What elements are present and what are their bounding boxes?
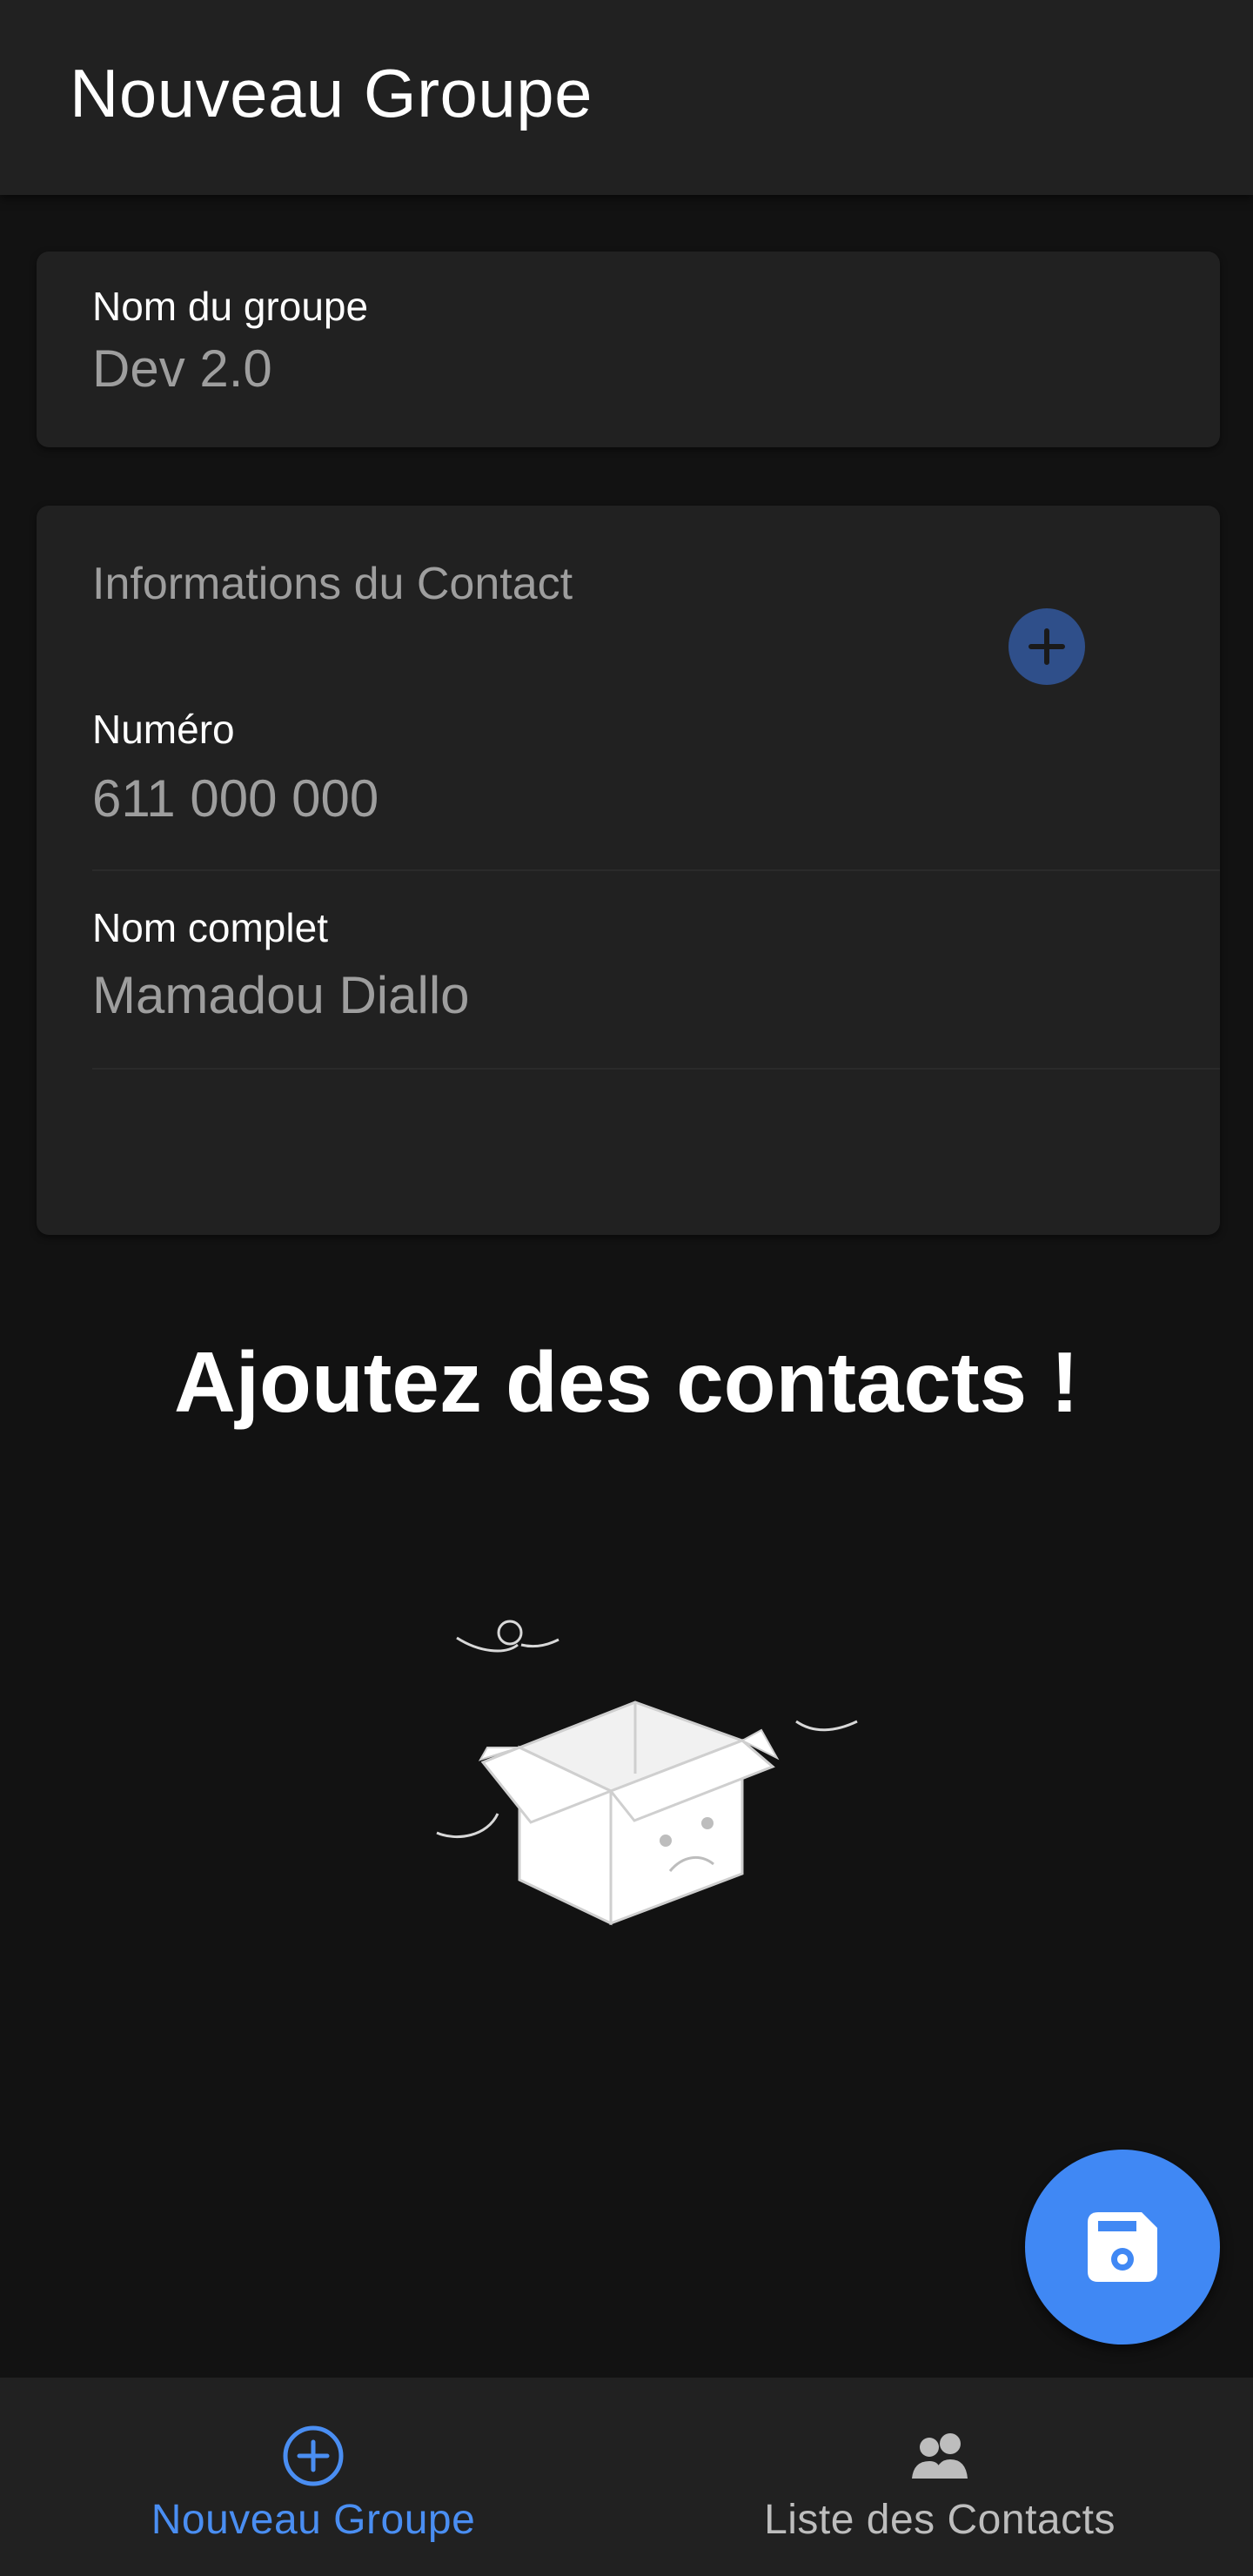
empty-box-illustration: [436, 1620, 858, 1926]
nav-label-nouveau-groupe: Nouveau Groupe: [151, 2497, 476, 2543]
add-contact-button[interactable]: [1008, 608, 1085, 685]
group-name-input[interactable]: [92, 339, 1136, 399]
app-bar: Nouveau Groupe: [0, 0, 1253, 195]
full-name-input[interactable]: [92, 965, 1136, 1025]
save-icon: [1088, 2212, 1157, 2282]
number-input[interactable]: [92, 768, 1136, 828]
group-name-card: Nom du groupe: [37, 252, 1220, 447]
empty-state-title: Ajoutez des contacts !: [173, 1334, 1080, 1430]
bottom-navigation: Nouveau Groupe Liste des Contacts: [0, 2378, 1253, 2576]
number-divider: [92, 869, 1220, 871]
group-name-label: Nom du groupe: [92, 284, 369, 329]
people-icon: [912, 2433, 968, 2479]
full-name-divider: [92, 1068, 1220, 1070]
number-label: Numéro: [92, 707, 235, 752]
full-name-label: Nom complet: [92, 905, 328, 950]
add-circle-icon: [283, 2425, 344, 2486]
save-group-button[interactable]: [1025, 2150, 1220, 2345]
nav-item-liste-contacts[interactable]: Liste des Contacts: [626, 2378, 1253, 2576]
nav-item-nouveau-groupe[interactable]: Nouveau Groupe: [0, 2378, 626, 2576]
contact-section-title: Informations du Contact: [92, 559, 573, 609]
plus-icon: [1029, 628, 1065, 665]
page-title: Nouveau Groupe: [70, 55, 593, 131]
nav-label-liste-contacts: Liste des Contacts: [764, 2497, 1116, 2543]
